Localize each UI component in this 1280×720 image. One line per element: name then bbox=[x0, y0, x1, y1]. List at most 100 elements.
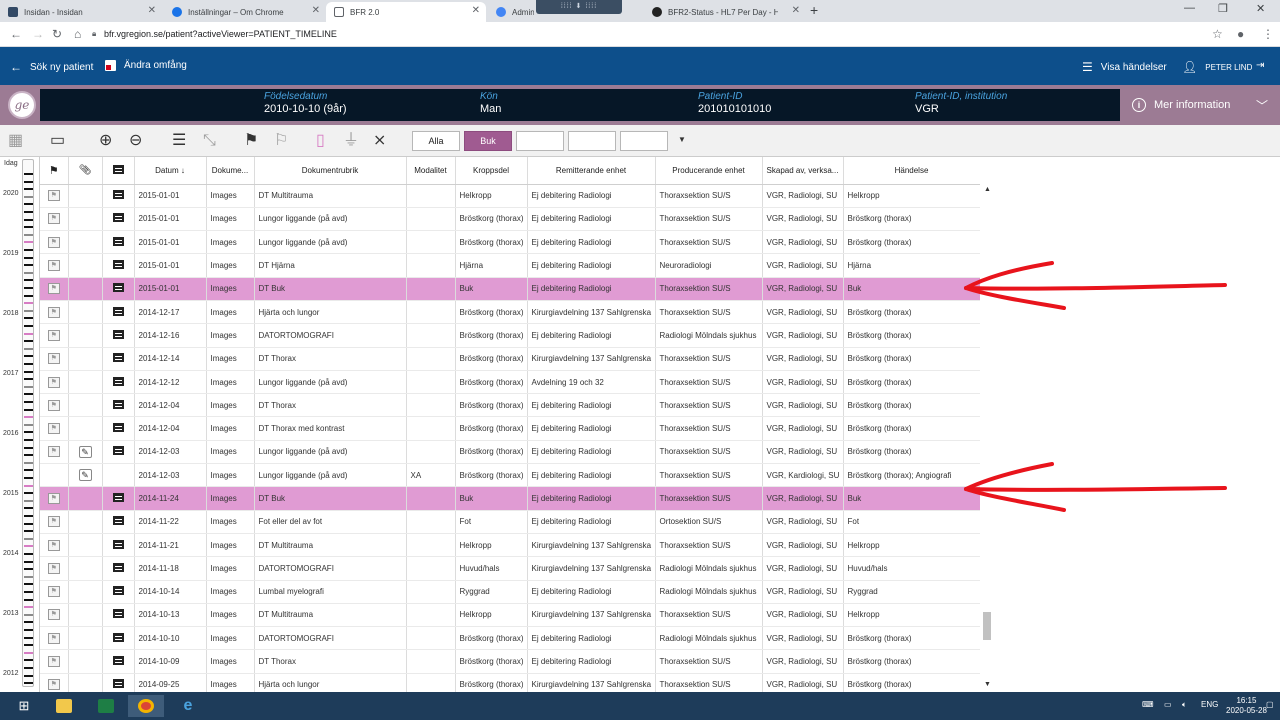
change-scope-button[interactable]: Ändra omfång bbox=[105, 60, 187, 71]
timeline-event-mark[interactable] bbox=[24, 674, 33, 677]
table-row[interactable]: ⚑ 2014-12-14 Images DT Thorax Bröstkorg (tho… bbox=[40, 347, 980, 371]
doc-cell[interactable] bbox=[102, 300, 135, 325]
close-tab-icon[interactable]: ✕ bbox=[148, 5, 156, 16]
filter-buk-button[interactable]: Buk bbox=[464, 131, 512, 151]
timeline-event-mark[interactable] bbox=[24, 264, 33, 267]
attachment-cell[interactable] bbox=[68, 393, 103, 418]
table-row[interactable]: ⚑ 2015-01-01 Images DT Multitrauma Helkropp E… bbox=[40, 184, 980, 208]
flag-checkbox-icon[interactable]: ⚑ bbox=[47, 586, 60, 598]
timeline-event-mark[interactable] bbox=[24, 233, 33, 236]
timeline-event-mark[interactable] bbox=[24, 180, 33, 183]
attachment-cell[interactable] bbox=[68, 580, 103, 604]
timeline-event-mark[interactable] bbox=[24, 667, 33, 669]
flag-cell[interactable]: ⚑ bbox=[40, 603, 69, 628]
taskbar-excel[interactable] bbox=[88, 695, 124, 717]
table-row[interactable]: ⚑ 2015-01-01 Images Lungor liggande (på avd… bbox=[40, 230, 980, 255]
flag-cell[interactable]: ⚑ bbox=[40, 416, 69, 441]
new-tab-icon[interactable]: + bbox=[810, 2, 818, 18]
doc-cell[interactable] bbox=[102, 277, 135, 301]
zoom-out-icon[interactable]: ⊖ bbox=[129, 131, 142, 151]
camera-filter-icon[interactable]: ⏚ bbox=[343, 131, 359, 151]
flag-cell[interactable]: ⚑ bbox=[40, 230, 69, 255]
timeline-event-mark[interactable] bbox=[24, 302, 33, 305]
doc-cell[interactable] bbox=[102, 463, 135, 488]
maximize-icon[interactable]: ❐ bbox=[1218, 2, 1228, 15]
collapse-icon[interactable]: ⤡ bbox=[203, 131, 216, 151]
language-indicator[interactable]: ENG bbox=[1201, 700, 1218, 709]
timeline-event-mark[interactable] bbox=[24, 446, 33, 449]
remote-session-bar[interactable]: ⁞⁞⁞⁞ ⬇ ⁞⁞⁞⁞ bbox=[536, 0, 622, 14]
column-header-producing[interactable]: Producerande enhet bbox=[655, 157, 763, 185]
timeline-event-mark[interactable] bbox=[24, 340, 33, 343]
flag-checkbox-icon[interactable]: ⚑ bbox=[47, 353, 60, 365]
attachment-cell[interactable]: ✎ bbox=[68, 440, 103, 465]
timeline-event-mark[interactable] bbox=[24, 279, 33, 282]
attachment-cell[interactable] bbox=[68, 300, 103, 325]
scroll-up-icon[interactable]: ▲ bbox=[984, 186, 991, 193]
reload-icon[interactable]: ↻ bbox=[52, 27, 62, 41]
timeline-event-mark[interactable] bbox=[24, 249, 33, 251]
attachment-cell[interactable] bbox=[68, 230, 103, 255]
timeline-event-mark[interactable] bbox=[24, 347, 33, 350]
column-header-event[interactable]: Händelse bbox=[843, 157, 980, 185]
attachment-cell[interactable] bbox=[68, 603, 103, 628]
timeline-event-mark[interactable] bbox=[24, 515, 33, 517]
flag-checkbox-icon[interactable]: ⚑ bbox=[47, 306, 60, 318]
flag-checkbox-icon[interactable]: ⚑ bbox=[47, 609, 60, 621]
timeline-event-mark[interactable] bbox=[24, 173, 33, 175]
table-row[interactable]: ⚑ 2015-01-01 Images DT Hjärna Hjärna Ej debit… bbox=[40, 253, 980, 278]
browser-tab-bfr2-status[interactable]: BFR2-Status - HL7 Per Day - He: ✕ bbox=[644, 2, 806, 22]
timeline-event-mark[interactable] bbox=[24, 621, 33, 624]
timeline-event-mark[interactable] bbox=[24, 211, 33, 213]
table-row[interactable]: ⚑ 2014-12-12 Images Lungor liggande (på avd… bbox=[40, 370, 980, 395]
volume-icon[interactable]: 🔈︎ bbox=[1182, 700, 1187, 710]
search-patient-button[interactable]: ← Sök ny patient bbox=[10, 60, 93, 74]
flag-checkbox-icon[interactable]: ⚑ bbox=[47, 283, 60, 295]
filter-empty-button-2[interactable] bbox=[568, 131, 616, 151]
flag-icon[interactable]: ⚑ bbox=[244, 131, 258, 151]
doc-cell[interactable] bbox=[102, 556, 135, 581]
flag-checkbox-icon[interactable]: ⚑ bbox=[47, 562, 60, 574]
timeline-event-mark[interactable] bbox=[24, 370, 33, 373]
doc-cell[interactable] bbox=[102, 510, 135, 534]
url-field[interactable]: bfr.vgregion.se/patient?activeViewer=PAT… bbox=[104, 29, 337, 39]
timeline-event-mark[interactable] bbox=[24, 575, 33, 578]
doc-cell[interactable] bbox=[102, 440, 135, 465]
doc-cell[interactable] bbox=[102, 370, 135, 395]
timeline-event-mark[interactable] bbox=[24, 454, 33, 457]
attachment-cell[interactable] bbox=[68, 184, 103, 208]
attachment-cell[interactable] bbox=[68, 649, 103, 674]
column-header-attachment[interactable]: 📎︎ bbox=[68, 157, 103, 185]
bookmark-star-icon[interactable]: ☆ bbox=[1212, 27, 1223, 41]
table-row[interactable]: ⚑ 2014-10-10 Images DATORTOMOGRAFI Bröstkorg… bbox=[40, 626, 980, 651]
timeline-event-mark[interactable] bbox=[24, 598, 33, 601]
flag-checkbox-icon[interactable]: ⚑ bbox=[47, 446, 60, 458]
show-events-button[interactable]: ☰ Visa händelser bbox=[1082, 60, 1167, 74]
timeline-event-mark[interactable] bbox=[24, 682, 33, 685]
timeline-event-mark[interactable] bbox=[24, 423, 33, 426]
attachment-cell[interactable] bbox=[68, 673, 103, 692]
timeline-event-mark[interactable] bbox=[24, 659, 33, 662]
table-row[interactable]: ⚑ 2014-10-14 Images Lumbal myelografi Ryggra… bbox=[40, 580, 980, 604]
timeline-event-mark[interactable] bbox=[24, 271, 33, 274]
flag-checkbox-icon[interactable]: ⚑ bbox=[47, 493, 60, 504]
doc-cell[interactable] bbox=[102, 347, 135, 371]
attachment-cell[interactable] bbox=[68, 510, 103, 534]
grid-view-icon[interactable]: ▦ bbox=[8, 131, 23, 151]
table-row[interactable]: ⚑ 2014-11-21 Images DT Multitrauma Helkropp K… bbox=[40, 533, 980, 558]
flag-cell[interactable]: ⚑ bbox=[40, 393, 69, 418]
attachment-cell[interactable] bbox=[68, 626, 103, 651]
filter-dropdown-icon[interactable]: ▼ bbox=[678, 135, 686, 144]
taskbar-internet-explorer[interactable]: e bbox=[170, 695, 206, 717]
timeline-event-mark[interactable] bbox=[24, 606, 33, 609]
close-tab-icon[interactable]: ✕ bbox=[792, 5, 800, 16]
start-button[interactable]: ⊞ bbox=[6, 695, 42, 717]
timeline-event-mark[interactable] bbox=[24, 317, 33, 320]
attachment-cell[interactable] bbox=[68, 323, 103, 348]
doc-cell[interactable] bbox=[102, 649, 135, 674]
flag-checkbox-icon[interactable]: ⚑ bbox=[47, 516, 60, 528]
flag-checkbox-icon[interactable]: ⚑ bbox=[47, 329, 60, 341]
timeline-event-mark[interactable] bbox=[24, 203, 33, 206]
column-header-flag[interactable]: ⚑ bbox=[40, 157, 69, 185]
flag-cell[interactable]: ⚑ bbox=[40, 184, 69, 208]
